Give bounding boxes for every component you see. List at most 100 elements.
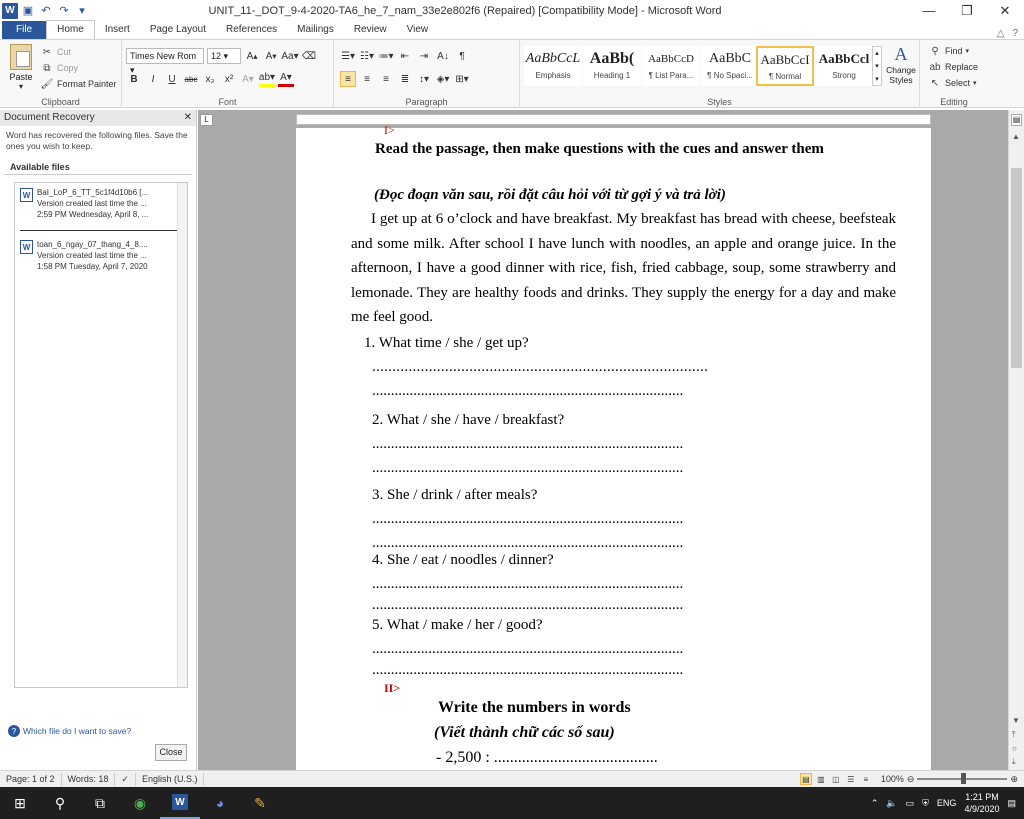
zoom-in-icon[interactable]: ⊕ <box>1010 774 1018 785</box>
word-logo-icon[interactable]: W <box>2 2 18 19</box>
paste-button[interactable]: Paste ▾ <box>6 44 36 91</box>
style-list-paragraph[interactable]: AaBbCcD ¶ List Para... <box>642 46 700 86</box>
close-window-button[interactable]: ✕ <box>986 0 1024 21</box>
align-center-icon[interactable]: ≡ <box>359 71 375 87</box>
list-item[interactable]: W BaI_LoP_6_TT_5c1f4d10b6 [... Version c… <box>15 183 187 226</box>
document-page[interactable]: I> Read the passage, then make questions… <box>296 123 931 770</box>
borders-icon[interactable]: ⊞▾ <box>454 71 470 87</box>
decrease-indent-icon[interactable]: ⇤ <box>397 48 413 64</box>
tab-view[interactable]: View <box>397 21 439 39</box>
which-file-link[interactable]: ? Which file do I want to save? <box>8 725 131 737</box>
notifications-icon[interactable]: ▤ <box>1007 798 1016 809</box>
minimize-ribbon-icon[interactable]: △ <box>997 28 1005 39</box>
discord-icon[interactable]: ◕ <box>200 787 240 819</box>
superscript-icon[interactable]: x² <box>221 71 237 87</box>
tab-file[interactable]: File <box>2 21 47 39</box>
print-layout-icon[interactable]: ▤ <box>799 773 812 785</box>
change-case-icon[interactable]: Aa▾ <box>281 48 298 64</box>
minimize-button[interactable]: — <box>910 0 948 21</box>
task-view-icon[interactable]: ⧉ <box>80 787 120 819</box>
shading-icon[interactable]: ◈▾ <box>435 71 451 87</box>
scroll-up-icon[interactable]: ▲ <box>1012 132 1020 141</box>
styles-scroll[interactable]: ▴ ▾ ▾ <box>872 46 882 86</box>
scrollbar-thumb[interactable] <box>1011 168 1022 368</box>
style-emphasis[interactable]: AaBbCcL Emphasis <box>524 46 582 86</box>
full-screen-reading-icon[interactable]: ▥ <box>815 773 827 785</box>
vertical-scrollbar[interactable]: ▤ ▲ ▼ ⤒ ○ ⤓ <box>1008 110 1024 770</box>
ruler-toggle-icon[interactable]: ▤ <box>1011 114 1022 126</box>
grow-font-icon[interactable]: A ▴ <box>244 48 260 64</box>
customize-qat-icon[interactable]: ▾ <box>74 3 90 19</box>
select-button[interactable]: ↖ Select ▾ <box>928 75 978 91</box>
input-language[interactable]: ENG <box>937 798 957 808</box>
find-button[interactable]: ⚲ Find ▾ <box>928 43 978 59</box>
proofing-icon[interactable]: ✓ <box>115 772 136 786</box>
network-icon[interactable]: ▭ <box>906 798 915 809</box>
tab-review[interactable]: Review <box>344 21 397 39</box>
page-count[interactable]: Page: 1 of 2 <box>0 772 62 786</box>
zoom-slider[interactable] <box>917 773 1008 784</box>
zoom-level[interactable]: 100% <box>881 774 904 784</box>
clock[interactable]: 1:21 PM 4/9/2020 <box>964 791 999 815</box>
search-icon[interactable]: ⚲ <box>40 787 80 819</box>
paint-icon[interactable]: ✎ <box>240 787 280 819</box>
browse-object-icon[interactable]: ○ <box>1012 744 1017 753</box>
scroll-down-icon[interactable]: ▼ <box>1012 716 1020 725</box>
save-icon[interactable]: ▣ <box>20 3 36 19</box>
sort-icon[interactable]: A↓ <box>435 48 451 64</box>
chevron-up-icon[interactable]: ⌃ <box>871 798 879 809</box>
pane-close-icon[interactable]: ✕ <box>184 110 192 126</box>
tab-selector[interactable]: L <box>200 114 213 126</box>
increase-indent-icon[interactable]: ⇥ <box>416 48 432 64</box>
draft-icon[interactable]: ≡ <box>860 773 872 785</box>
tab-page-layout[interactable]: Page Layout <box>140 21 216 39</box>
tab-references[interactable]: References <box>216 21 287 39</box>
outline-icon[interactable]: ☰ <box>845 773 857 785</box>
previous-page-icon[interactable]: ⤒ <box>1012 730 1016 740</box>
next-page-icon[interactable]: ⤓ <box>1012 757 1016 767</box>
volume-icon[interactable]: 🔈 <box>886 798 897 809</box>
change-styles-button[interactable]: A Change Styles <box>884 44 918 85</box>
text-effects-icon[interactable]: A▾ <box>240 71 256 87</box>
undo-icon[interactable]: ↶ <box>38 3 54 19</box>
align-left-icon[interactable]: ≡ <box>340 71 356 87</box>
copy-button[interactable]: ⧉ Copy <box>40 60 117 76</box>
italic-icon[interactable]: I <box>145 71 161 87</box>
justify-icon[interactable]: ≣ <box>397 71 413 87</box>
word-count[interactable]: Words: 18 <box>62 772 116 786</box>
windows-start-icon[interactable]: ⊞ <box>0 787 40 819</box>
font-size-select[interactable]: 12 ▾ <box>207 48 241 64</box>
file-list-scrollbar[interactable] <box>177 183 187 687</box>
bold-icon[interactable]: B <box>126 71 142 87</box>
browser-icon[interactable]: ◉ <box>120 787 160 819</box>
zoom-out-icon[interactable]: ⊖ <box>907 774 915 785</box>
list-item[interactable]: W toan_6_ngay_07_thang_4_8.... Version c… <box>15 235 187 278</box>
clear-formatting-icon[interactable]: ⌫ <box>301 48 317 64</box>
replace-button[interactable]: ab Replace <box>928 59 978 75</box>
style-normal[interactable]: AaBbCcI ¶ Normal <box>756 46 814 86</box>
subscript-icon[interactable]: x₂ <box>202 71 218 87</box>
redo-icon[interactable]: ↷ <box>56 3 72 19</box>
help-icon[interactable]: ? <box>1012 28 1018 39</box>
font-name-select[interactable]: Times New Rom ▾ <box>126 48 204 75</box>
tab-insert[interactable]: Insert <box>95 21 140 39</box>
line-spacing-icon[interactable]: ↕▾ <box>416 71 432 87</box>
language-indicator[interactable]: English (U.S.) <box>136 772 205 786</box>
word-taskbar-icon[interactable]: W <box>160 787 200 819</box>
close-button[interactable]: Close <box>155 744 187 761</box>
numbering-icon[interactable]: ☷▾ <box>359 48 375 64</box>
show-marks-icon[interactable]: ¶ <box>454 48 470 64</box>
web-layout-icon[interactable]: ◫ <box>830 773 842 785</box>
format-painter-button[interactable]: 🖌 Format Painter <box>40 76 117 92</box>
font-color-icon[interactable]: A▾ <box>278 71 294 87</box>
cut-button[interactable]: ✂ Cut <box>40 44 117 60</box>
style-no-spacing[interactable]: AaBbC ¶ No Spaci... <box>701 46 759 86</box>
multilevel-list-icon[interactable]: ≔▾ <box>378 48 394 64</box>
restore-button[interactable]: ❐ <box>948 0 986 21</box>
shrink-font-icon[interactable]: A ▾ <box>263 48 279 64</box>
style-heading-1[interactable]: AaBb(Heading 1 <box>583 46 641 86</box>
style-strong[interactable]: AaBbCcl Strong <box>815 46 873 86</box>
align-right-icon[interactable]: ≡ <box>378 71 394 87</box>
tab-mailings[interactable]: Mailings <box>287 21 344 39</box>
underline-icon[interactable]: U <box>164 71 180 87</box>
